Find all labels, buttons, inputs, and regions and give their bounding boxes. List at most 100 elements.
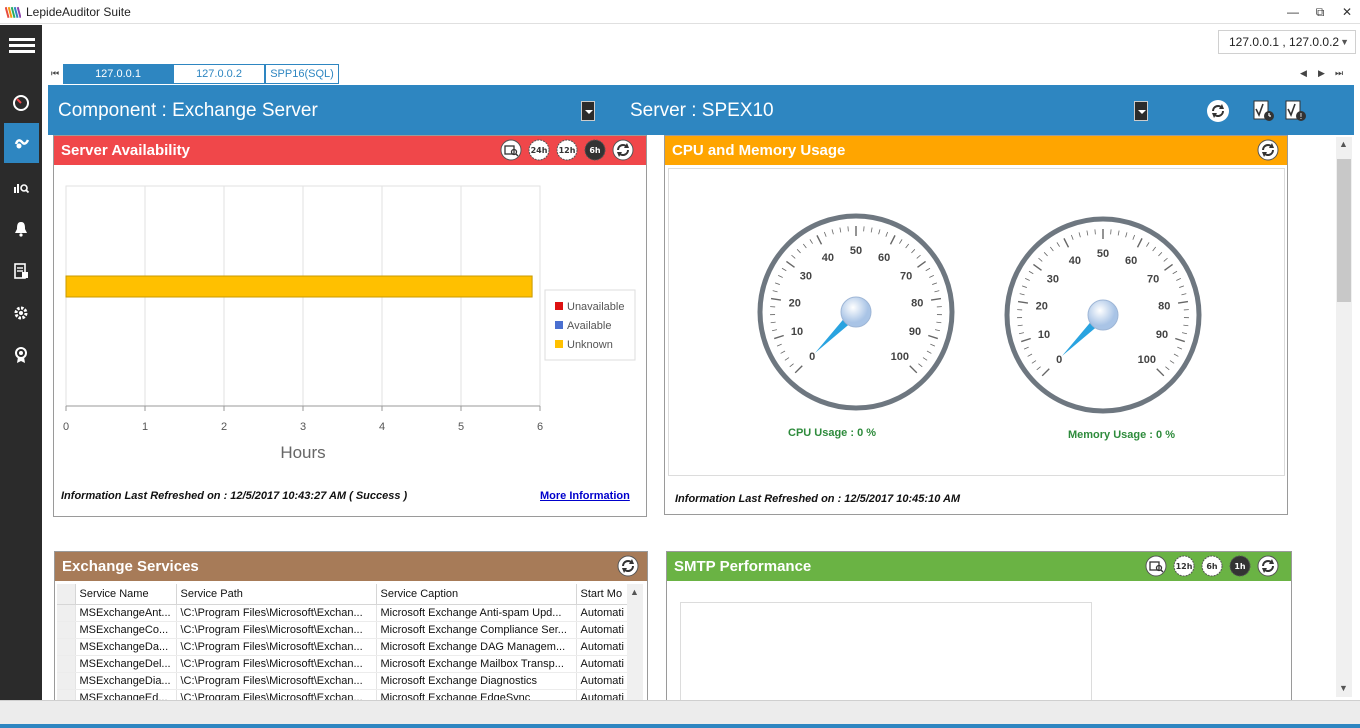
table-cell: MSExchangeDa... — [75, 638, 177, 656]
12h-label: 12h — [559, 146, 576, 155]
main-scrollbar[interactable]: ▲ ▼ — [1336, 137, 1352, 697]
health-monitor-icon[interactable] — [4, 123, 39, 163]
availability-chart: 0 1 2 3 4 5 6 Hours Unavailable Available Unknown — [63, 185, 636, 462]
legend-swatch — [555, 340, 563, 348]
6h-icon[interactable]: 6h — [1201, 555, 1223, 577]
6h-icon[interactable]: 6h — [584, 139, 606, 161]
analytics-icon[interactable] — [0, 167, 42, 207]
x-tick-label: 6 — [537, 421, 543, 433]
app-window: LepideAuditor Suite — ⧉ ✕ 127.0.0.1 , 12… — [0, 0, 1360, 728]
table-row[interactable]: MSExchangeDia... \C:\Program Files\Micros… — [57, 672, 643, 690]
last-tab-icon[interactable]: ⏭ — [1335, 68, 1343, 79]
legend-label: Available — [567, 320, 611, 332]
gauges-area: 0 10 20 30 40 50 60 70 80 90 100 0 10 20 30 40 50 60 70 80… — [668, 168, 1285, 476]
memory-gauge: 0 10 20 30 40 50 60 70 80 90 100 — [1004, 216, 1202, 414]
x-tick-label: 0 — [63, 421, 69, 433]
table-cell: Microsoft Exchange Diagnostics — [376, 672, 577, 690]
refresh-icon[interactable] — [612, 139, 634, 161]
bar-unknown — [65, 275, 533, 298]
tab-server-3[interactable]: SPP16(SQL) — [265, 64, 339, 84]
table-row[interactable]: MSExchangeCo... \C:\Program Files\Microso… — [57, 621, 643, 639]
12h-icon[interactable]: 12h — [556, 139, 578, 161]
component-label: Component : Exchange Server — [58, 100, 318, 121]
refresh-icon[interactable] — [617, 555, 639, 577]
search-report-icon[interactable] — [500, 139, 522, 161]
minimize-button[interactable]: — — [1278, 3, 1308, 21]
server-label: Server : SPEX10 — [630, 100, 774, 121]
prev-tab-icon[interactable]: ◀ — [1300, 68, 1307, 79]
6h-label: 6h — [1206, 562, 1218, 571]
24h-icon[interactable]: 24h — [528, 139, 550, 161]
gauge-tick-label: 100 — [1138, 354, 1156, 366]
table-cell: MSExchangeDel... — [75, 655, 177, 673]
reports-icon[interactable] — [0, 251, 42, 291]
scroll-thumb[interactable] — [1337, 159, 1351, 302]
alerts-bell-icon[interactable] — [0, 209, 42, 249]
legend-label: Unknown — [567, 339, 613, 351]
schedule-report-icon[interactable] — [1252, 99, 1276, 123]
gauge-tick-label: 90 — [1156, 329, 1168, 341]
column-header[interactable]: Service Caption — [376, 584, 577, 605]
gauge-tick-label: 70 — [900, 271, 912, 283]
scroll-up-icon[interactable]: ▲ — [1339, 139, 1348, 149]
gauge-tick-label: 50 — [1097, 248, 1109, 260]
column-header[interactable]: Service Name — [75, 584, 177, 605]
x-axis-label: Hours — [280, 443, 325, 462]
table-cell: MSExchangeCo... — [75, 621, 177, 639]
gauge-tick-label: 100 — [891, 351, 909, 363]
chevron-down-icon: ▼ — [1340, 37, 1349, 47]
gauge-tick-label: 70 — [1147, 274, 1159, 286]
component-header: Component : Exchange Server Server : SPE… — [48, 85, 1354, 135]
dashboard-icon[interactable] — [0, 83, 42, 123]
server-dropdown-button[interactable] — [1134, 101, 1148, 121]
1h-label: 1h — [1234, 562, 1246, 571]
next-tab-icon[interactable]: ▶ — [1318, 68, 1325, 79]
refresh-icon[interactable] — [1257, 555, 1279, 577]
table-cell: Microsoft Exchange Anti-spam Upd... — [376, 604, 577, 622]
x-tick-label: 4 — [379, 421, 385, 433]
settings-gear-icon[interactable] — [0, 293, 42, 333]
gauge-hub — [840, 296, 872, 328]
services-scrollbar[interactable]: ▲ — [627, 584, 643, 701]
tab-server-1[interactable]: 127.0.0.1 — [63, 64, 173, 84]
legend-swatch — [555, 302, 563, 310]
component-dropdown-button[interactable] — [581, 101, 595, 121]
exchange-services-panel: Exchange Services Service Name Service P… — [54, 551, 648, 701]
12h-icon[interactable]: 12h — [1173, 555, 1195, 577]
table-cell: Microsoft Exchange Compliance Ser... — [376, 621, 577, 639]
table-cell: Microsoft Exchange DAG Managem... — [376, 638, 577, 656]
more-information-link[interactable]: More Information — [540, 490, 630, 502]
column-header[interactable]: Service Path — [176, 584, 377, 605]
gauge-tick-label: 10 — [1038, 329, 1050, 341]
gauge-tick-label: 80 — [1158, 300, 1170, 312]
refresh-icon[interactable] — [1257, 139, 1279, 161]
license-badge-icon[interactable] — [0, 335, 42, 375]
gauge-tick-label: 30 — [800, 271, 812, 283]
first-tab-icon[interactable]: ⏮ — [51, 68, 59, 79]
table-row[interactable]: MSExchangeDa... \C:\Program Files\Microso… — [57, 638, 643, 656]
exchange-services-title: Exchange Services — [55, 552, 647, 581]
search-report-icon[interactable] — [1145, 555, 1167, 577]
table-row[interactable]: MSExchangeDel... \C:\Program Files\Micros… — [57, 655, 643, 673]
cpu-memory-panel: CPU and Memory Usage 0 10 20 30 40 50 60 70 80 90… — [664, 135, 1288, 515]
gauge-tick-label: 40 — [1069, 255, 1081, 267]
refresh-icon[interactable] — [1206, 99, 1230, 123]
gauge-tick-label: 30 — [1047, 274, 1059, 286]
alert-report-icon[interactable]: ! — [1284, 99, 1308, 123]
hamburger-menu-icon[interactable] — [0, 25, 42, 65]
x-tick-label: 5 — [458, 421, 464, 433]
24h-label: 24h — [531, 146, 548, 155]
tab-server-2[interactable]: 127.0.0.2 — [173, 64, 265, 84]
close-button[interactable]: ✕ — [1332, 3, 1360, 21]
table-row[interactable]: MSExchangeAnt... \C:\Program Files\Micros… — [57, 604, 643, 622]
server-selector-dropdown[interactable]: 127.0.0.1 , 127.0.0.2 ▼ — [1218, 30, 1356, 54]
gauge-tick-label: 20 — [789, 297, 801, 309]
scroll-up-icon[interactable]: ▲ — [630, 587, 639, 597]
scroll-down-icon[interactable]: ▼ — [1339, 683, 1348, 693]
1h-icon[interactable]: 1h — [1229, 555, 1251, 577]
status-accent-line — [0, 724, 1360, 728]
restore-button[interactable]: ⧉ — [1305, 3, 1335, 21]
smtp-chart-area — [680, 602, 1092, 702]
gauge-tick-label: 50 — [850, 245, 862, 257]
table-cell: \C:\Program Files\Microsoft\Exchan... — [176, 655, 377, 673]
